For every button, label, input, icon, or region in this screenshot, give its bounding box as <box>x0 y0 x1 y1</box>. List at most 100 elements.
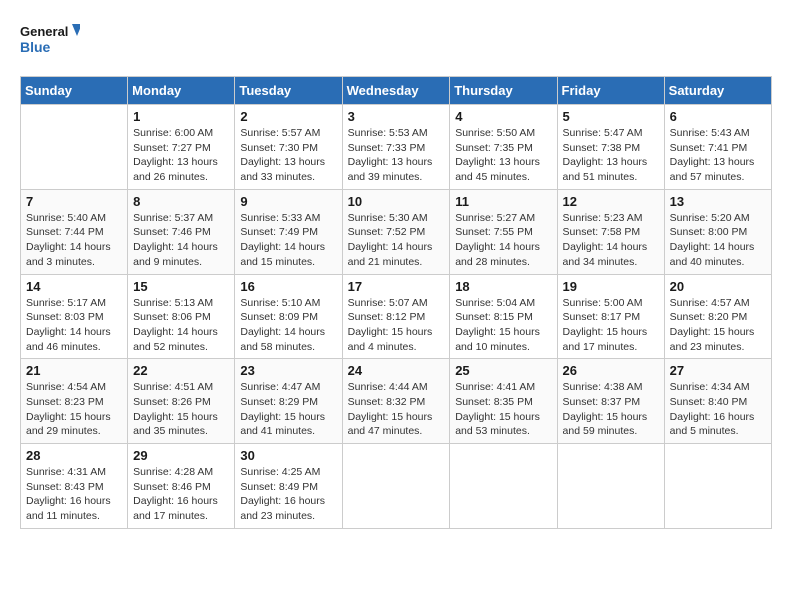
day-info: Sunrise: 4:38 AM Sunset: 8:37 PM Dayligh… <box>563 380 659 439</box>
calendar-cell: 10 Sunrise: 5:30 AM Sunset: 7:52 PM Dayli… <box>342 189 450 274</box>
day-number: 8 <box>133 194 229 209</box>
weekday-header: Sunday <box>21 77 128 105</box>
day-number: 30 <box>240 448 336 463</box>
day-number: 7 <box>26 194 122 209</box>
day-number: 4 <box>455 109 551 124</box>
calendar-cell <box>21 105 128 190</box>
day-info: Sunrise: 4:25 AM Sunset: 8:49 PM Dayligh… <box>240 465 336 524</box>
day-number: 5 <box>563 109 659 124</box>
day-number: 18 <box>455 279 551 294</box>
calendar-week-row: 7 Sunrise: 5:40 AM Sunset: 7:44 PM Daylig… <box>21 189 772 274</box>
day-info: Sunrise: 4:51 AM Sunset: 8:26 PM Dayligh… <box>133 380 229 439</box>
day-info: Sunrise: 5:40 AM Sunset: 7:44 PM Dayligh… <box>26 211 122 270</box>
day-info: Sunrise: 5:13 AM Sunset: 8:06 PM Dayligh… <box>133 296 229 355</box>
day-info: Sunrise: 6:00 AM Sunset: 7:27 PM Dayligh… <box>133 126 229 185</box>
calendar-cell: 7 Sunrise: 5:40 AM Sunset: 7:44 PM Daylig… <box>21 189 128 274</box>
day-number: 16 <box>240 279 336 294</box>
day-number: 13 <box>670 194 766 209</box>
day-info: Sunrise: 4:44 AM Sunset: 8:32 PM Dayligh… <box>348 380 445 439</box>
weekday-header: Friday <box>557 77 664 105</box>
weekday-header: Thursday <box>450 77 557 105</box>
calendar-cell: 27 Sunrise: 4:34 AM Sunset: 8:40 PM Dayli… <box>664 359 771 444</box>
weekday-header: Saturday <box>664 77 771 105</box>
day-number: 23 <box>240 363 336 378</box>
calendar-cell: 15 Sunrise: 5:13 AM Sunset: 8:06 PM Dayli… <box>128 274 235 359</box>
day-info: Sunrise: 5:33 AM Sunset: 7:49 PM Dayligh… <box>240 211 336 270</box>
calendar-cell: 18Sunrise: 5:04 AM Sunset: 8:15 PM Dayli… <box>450 274 557 359</box>
day-number: 27 <box>670 363 766 378</box>
day-info: Sunrise: 5:47 AM Sunset: 7:38 PM Dayligh… <box>563 126 659 185</box>
day-number: 3 <box>348 109 445 124</box>
day-info: Sunrise: 4:41 AM Sunset: 8:35 PM Dayligh… <box>455 380 551 439</box>
calendar-cell: 23 Sunrise: 4:47 AM Sunset: 8:29 PM Dayli… <box>235 359 342 444</box>
calendar-cell: 3 Sunrise: 5:53 AM Sunset: 7:33 PM Daylig… <box>342 105 450 190</box>
calendar-cell: 26 Sunrise: 4:38 AM Sunset: 8:37 PM Dayli… <box>557 359 664 444</box>
day-info: Sunrise: 4:47 AM Sunset: 8:29 PM Dayligh… <box>240 380 336 439</box>
calendar-cell: 6 Sunrise: 5:43 AM Sunset: 7:41 PM Daylig… <box>664 105 771 190</box>
day-info: Sunrise: 4:34 AM Sunset: 8:40 PM Dayligh… <box>670 380 766 439</box>
calendar-cell: 24 Sunrise: 4:44 AM Sunset: 8:32 PM Dayli… <box>342 359 450 444</box>
calendar-cell: 5 Sunrise: 5:47 AM Sunset: 7:38 PM Daylig… <box>557 105 664 190</box>
calendar-table: SundayMondayTuesdayWednesdayThursdayFrid… <box>20 76 772 529</box>
day-info: Sunrise: 5:10 AM Sunset: 8:09 PM Dayligh… <box>240 296 336 355</box>
weekday-header: Monday <box>128 77 235 105</box>
day-number: 14 <box>26 279 122 294</box>
calendar-cell: 13Sunrise: 5:20 AM Sunset: 8:00 PM Dayli… <box>664 189 771 274</box>
weekday-header: Wednesday <box>342 77 450 105</box>
day-number: 12 <box>563 194 659 209</box>
calendar-cell: 25 Sunrise: 4:41 AM Sunset: 8:35 PM Dayli… <box>450 359 557 444</box>
weekday-header: Tuesday <box>235 77 342 105</box>
calendar-cell <box>450 444 557 529</box>
svg-text:General: General <box>20 24 68 39</box>
day-number: 6 <box>670 109 766 124</box>
day-number: 17 <box>348 279 445 294</box>
day-number: 22 <box>133 363 229 378</box>
logo: General Blue <box>20 20 80 60</box>
day-number: 28 <box>26 448 122 463</box>
calendar-header-row: SundayMondayTuesdayWednesdayThursdayFrid… <box>21 77 772 105</box>
day-number: 1 <box>133 109 229 124</box>
day-number: 26 <box>563 363 659 378</box>
calendar-cell: 2 Sunrise: 5:57 AM Sunset: 7:30 PM Daylig… <box>235 105 342 190</box>
calendar-cell: 11 Sunrise: 5:27 AM Sunset: 7:55 PM Dayli… <box>450 189 557 274</box>
calendar-cell <box>342 444 450 529</box>
calendar-week-row: 28 Sunrise: 4:31 AM Sunset: 8:43 PM Dayli… <box>21 444 772 529</box>
day-info: Sunrise: 5:07 AM Sunset: 8:12 PM Dayligh… <box>348 296 445 355</box>
calendar-cell: 17 Sunrise: 5:07 AM Sunset: 8:12 PM Dayli… <box>342 274 450 359</box>
calendar-week-row: 21 Sunrise: 4:54 AM Sunset: 8:23 PM Dayli… <box>21 359 772 444</box>
day-info: Sunrise: 4:31 AM Sunset: 8:43 PM Dayligh… <box>26 465 122 524</box>
day-number: 29 <box>133 448 229 463</box>
calendar-cell: 22 Sunrise: 4:51 AM Sunset: 8:26 PM Dayli… <box>128 359 235 444</box>
day-info: Sunrise: 4:28 AM Sunset: 8:46 PM Dayligh… <box>133 465 229 524</box>
day-info: Sunrise: 5:17 AM Sunset: 8:03 PM Dayligh… <box>26 296 122 355</box>
calendar-cell: 1 Sunrise: 6:00 AM Sunset: 7:27 PM Daylig… <box>128 105 235 190</box>
day-number: 20 <box>670 279 766 294</box>
day-info: Sunrise: 5:27 AM Sunset: 7:55 PM Dayligh… <box>455 211 551 270</box>
calendar-cell: 16 Sunrise: 5:10 AM Sunset: 8:09 PM Dayli… <box>235 274 342 359</box>
day-info: Sunrise: 5:30 AM Sunset: 7:52 PM Dayligh… <box>348 211 445 270</box>
day-info: Sunrise: 5:43 AM Sunset: 7:41 PM Dayligh… <box>670 126 766 185</box>
calendar-cell: 29 Sunrise: 4:28 AM Sunset: 8:46 PM Dayli… <box>128 444 235 529</box>
day-number: 25 <box>455 363 551 378</box>
calendar-cell: 9Sunrise: 5:33 AM Sunset: 7:49 PM Daylig… <box>235 189 342 274</box>
day-info: Sunrise: 5:23 AM Sunset: 7:58 PM Dayligh… <box>563 211 659 270</box>
calendar-cell: 8 Sunrise: 5:37 AM Sunset: 7:46 PM Daylig… <box>128 189 235 274</box>
day-info: Sunrise: 5:37 AM Sunset: 7:46 PM Dayligh… <box>133 211 229 270</box>
calendar-cell: 28 Sunrise: 4:31 AM Sunset: 8:43 PM Dayli… <box>21 444 128 529</box>
day-number: 11 <box>455 194 551 209</box>
calendar-cell: 4Sunrise: 5:50 AM Sunset: 7:35 PM Daylig… <box>450 105 557 190</box>
calendar-week-row: 1 Sunrise: 6:00 AM Sunset: 7:27 PM Daylig… <box>21 105 772 190</box>
day-info: Sunrise: 4:54 AM Sunset: 8:23 PM Dayligh… <box>26 380 122 439</box>
calendar-week-row: 14 Sunrise: 5:17 AM Sunset: 8:03 PM Dayli… <box>21 274 772 359</box>
calendar-cell: 20Sunrise: 4:57 AM Sunset: 8:20 PM Dayli… <box>664 274 771 359</box>
day-number: 10 <box>348 194 445 209</box>
calendar-cell: 14 Sunrise: 5:17 AM Sunset: 8:03 PM Dayli… <box>21 274 128 359</box>
day-number: 24 <box>348 363 445 378</box>
svg-text:Blue: Blue <box>20 39 51 55</box>
day-info: Sunrise: 5:57 AM Sunset: 7:30 PM Dayligh… <box>240 126 336 185</box>
calendar-cell: 19Sunrise: 5:00 AM Sunset: 8:17 PM Dayli… <box>557 274 664 359</box>
day-number: 21 <box>26 363 122 378</box>
day-info: Sunrise: 5:53 AM Sunset: 7:33 PM Dayligh… <box>348 126 445 185</box>
day-number: 15 <box>133 279 229 294</box>
day-number: 2 <box>240 109 336 124</box>
